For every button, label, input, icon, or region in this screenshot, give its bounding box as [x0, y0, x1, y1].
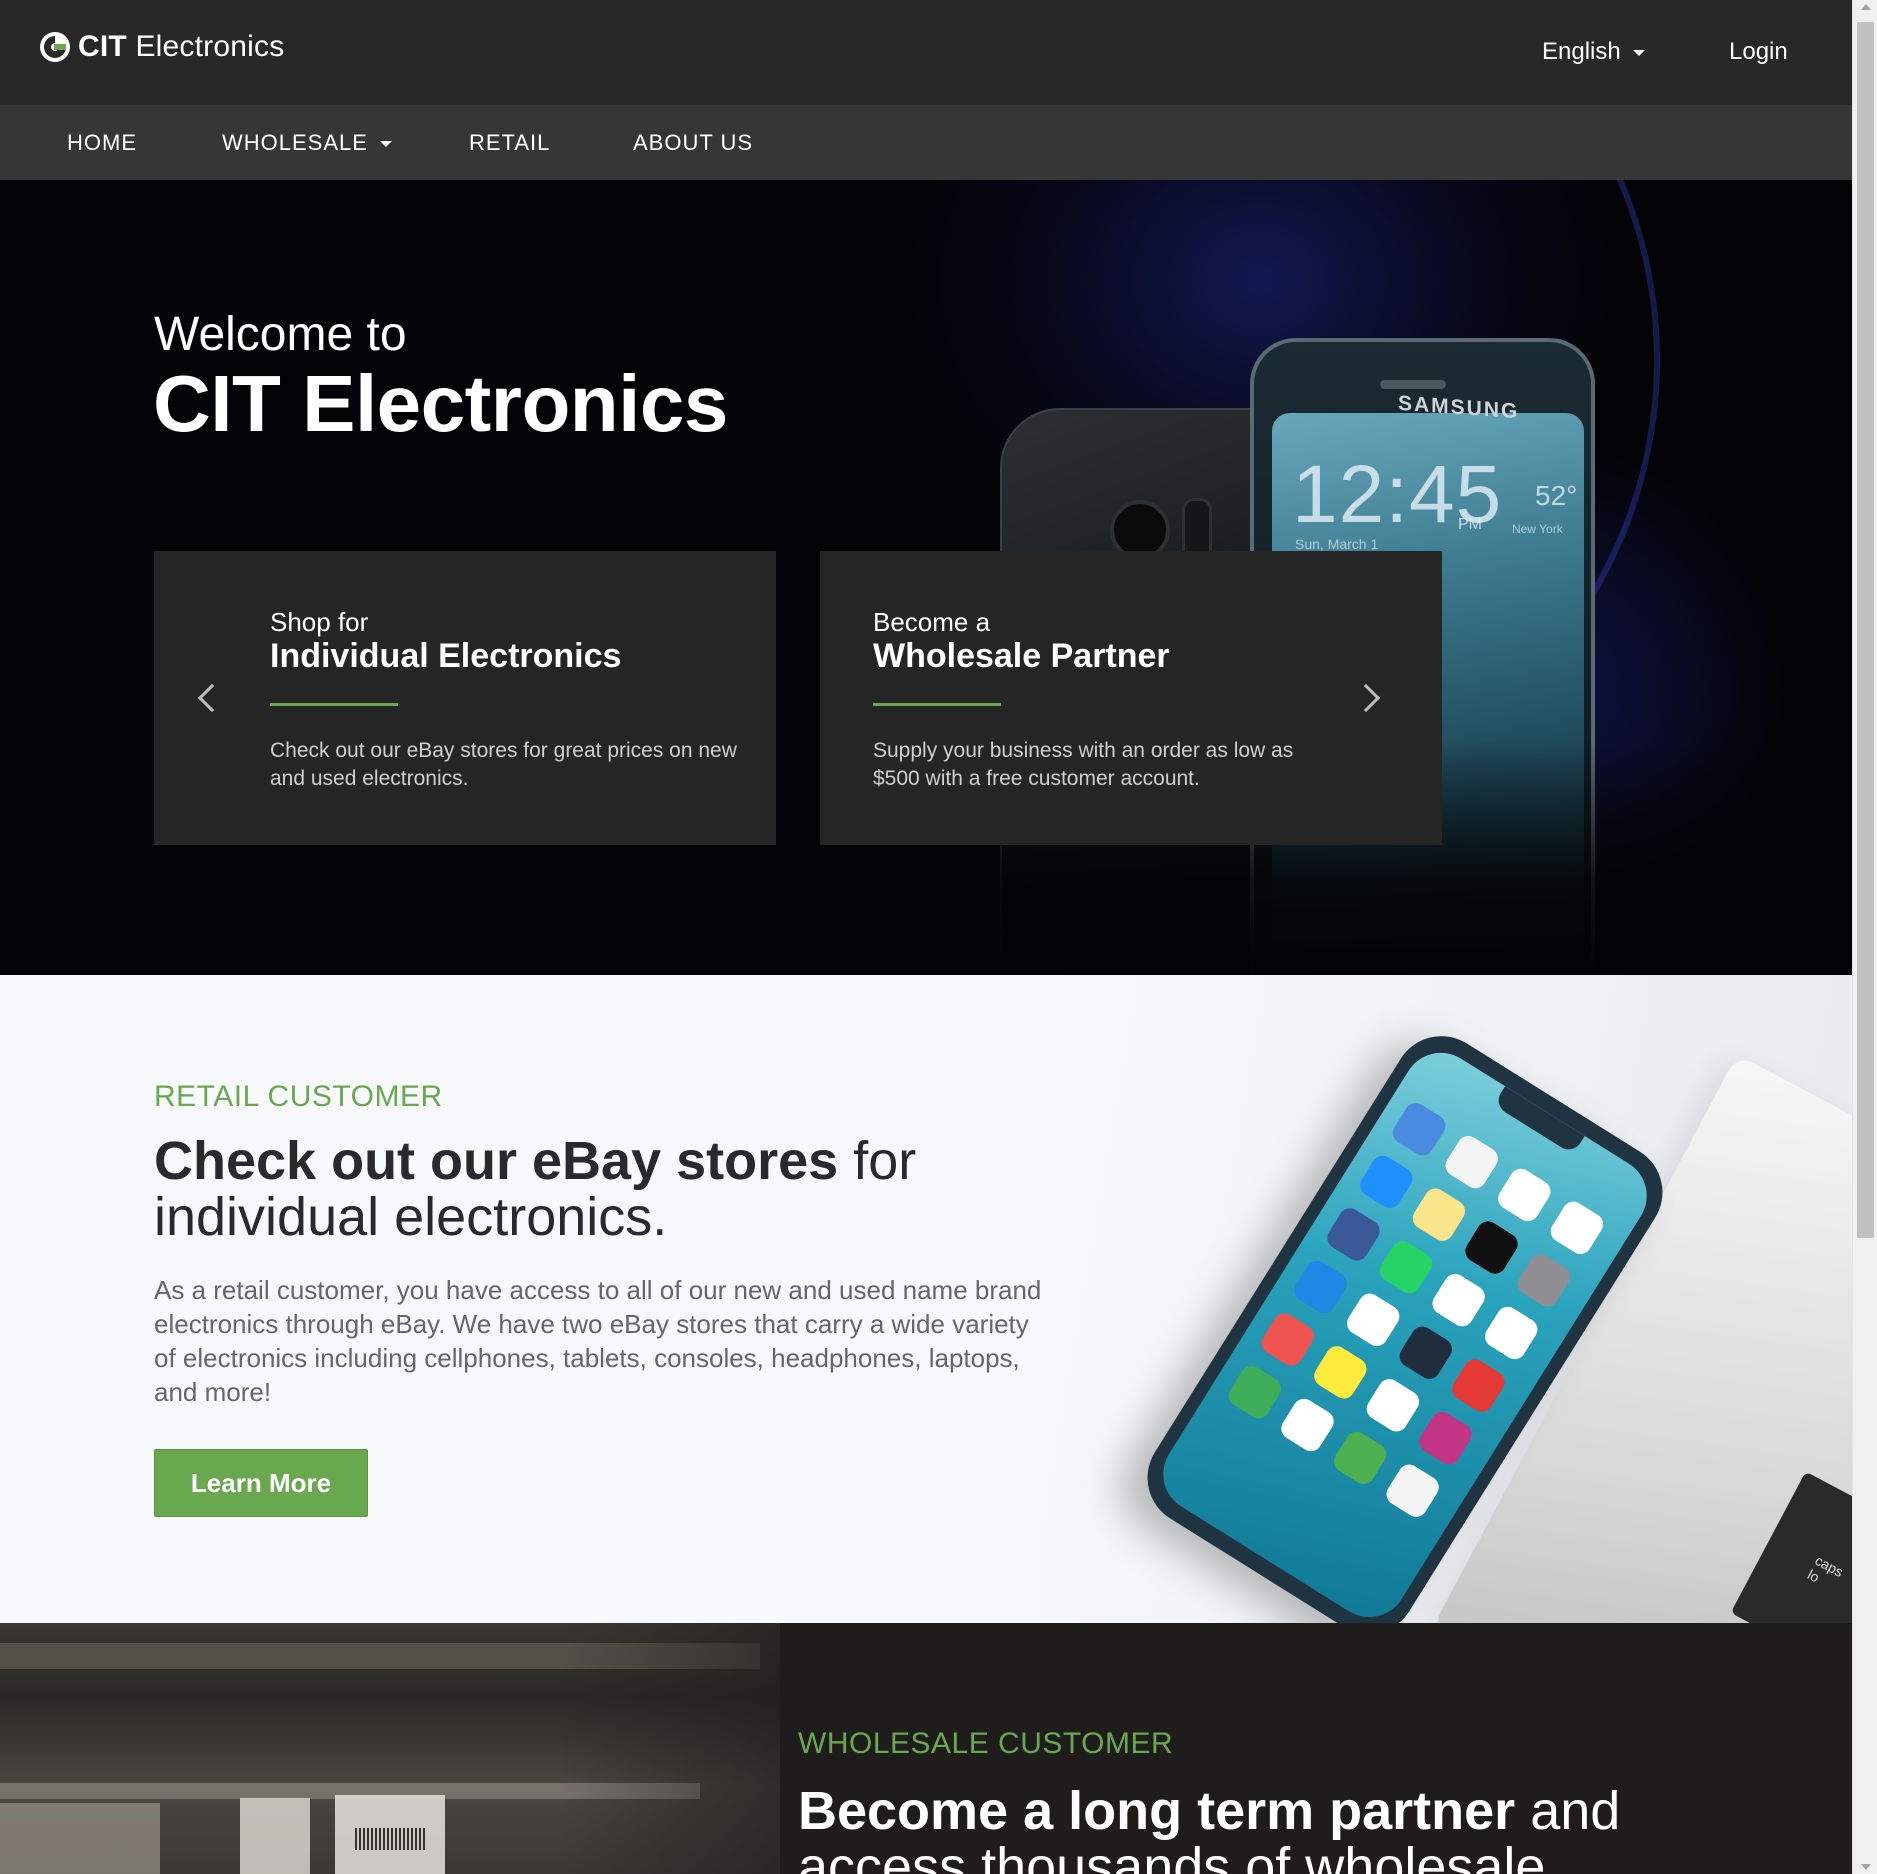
chevron-right-icon[interactable]	[1351, 683, 1381, 713]
retail-heading: Check out our eBay stores for individual…	[154, 1133, 1054, 1245]
card-title: Wholesale Partner	[873, 637, 1170, 675]
nav-item-label: WHOLESALE	[222, 130, 368, 155]
snapdeal-app-icon	[1310, 1342, 1371, 1403]
notes-app-icon	[1408, 1184, 1470, 1246]
uber-app-icon	[1461, 1217, 1522, 1278]
card-title: Individual Electronics	[270, 637, 622, 675]
phone-location: New York	[1512, 522, 1563, 536]
card-pre-title: Become a	[873, 607, 991, 637]
nav-item-retail[interactable]: RETAIL	[469, 105, 550, 180]
calendar-app-icon	[1388, 1098, 1450, 1160]
reminders-app-icon	[1546, 1197, 1608, 1259]
language-label: English	[1542, 38, 1621, 65]
nav-item-label: HOME	[67, 130, 137, 155]
app-store-icon	[1356, 1151, 1417, 1213]
wholesale-eyebrow: WHOLESALE CUSTOMER	[798, 1727, 1174, 1760]
whatsapp-app-icon	[1375, 1236, 1437, 1298]
calculator-app-icon	[1395, 1322, 1457, 1384]
settings-app-icon	[1513, 1250, 1575, 1311]
nav-item-wholesale[interactable]: WHOLESALE	[222, 105, 392, 180]
phone-clock-ampm: PM	[1458, 516, 1482, 533]
phone-app-icon	[1224, 1361, 1286, 1423]
retail-section: caps lo RETAIL CUSTOMER Check out our eB…	[0, 975, 1852, 1623]
language-selector[interactable]: English	[1542, 38, 1645, 66]
card-individual-electronics[interactable]: Shop for Individual Electronics Check ou…	[154, 551, 776, 845]
nav-item-about-us[interactable]: ABOUT US	[633, 105, 753, 180]
airtel-app-icon	[1448, 1355, 1509, 1416]
photo-app-icon	[1257, 1309, 1319, 1370]
nav-item-home[interactable]: HOME	[67, 105, 137, 180]
nav-item-label: RETAIL	[469, 130, 551, 155]
phone-date: Sun, March 1	[1295, 536, 1379, 552]
retail-eyebrow: RETAIL CUSTOMER	[154, 1080, 443, 1113]
scroll-thumb[interactable]	[1857, 22, 1874, 1238]
gmail-app-icon	[1480, 1302, 1542, 1364]
learn-more-button[interactable]: Learn More	[154, 1449, 368, 1517]
retail-paragraph: As a retail customer, you have access to…	[154, 1275, 1042, 1407]
barcode-label	[355, 1828, 425, 1850]
chrome-app-icon	[1277, 1394, 1338, 1456]
messenger-app-icon	[1290, 1256, 1351, 1318]
wholesale-heading: Become a long term partner and access th…	[798, 1783, 1798, 1874]
music-app-icon	[1362, 1374, 1424, 1436]
card-divider	[270, 703, 398, 706]
photos-app-icon	[1441, 1131, 1503, 1193]
caret-down-icon	[1632, 50, 1645, 56]
card-divider	[873, 703, 1001, 706]
paytm-app-icon	[1342, 1289, 1404, 1351]
maps-app-icon	[1428, 1269, 1489, 1331]
shelf-box	[0, 1803, 160, 1874]
retail-heading-bold: Check out our eBay stores	[154, 1131, 839, 1191]
hero-title: CIT Electronics	[153, 359, 728, 448]
chevron-left-icon[interactable]	[197, 683, 227, 713]
hero-banner: SAMSUNG 12:45 PM Sun, March 1 52° New Yo…	[0, 180, 1852, 975]
wholesale-heading-bold: Become a long term partner	[798, 1781, 1516, 1841]
hero-welcome: Welcome to	[154, 308, 407, 361]
vertical-scrollbar[interactable]	[1852, 0, 1877, 1874]
scroll-up-icon[interactable]	[1861, 4, 1871, 10]
messages-app-icon	[1329, 1427, 1391, 1489]
top-bar: CIT Electronics English Login	[0, 0, 1852, 105]
phone-speaker	[1380, 380, 1446, 389]
logo[interactable]: CIT Electronics	[38, 30, 284, 64]
wholesale-section: WHOLESALE CUSTOMER Become a long term pa…	[0, 1623, 1852, 1874]
login-link[interactable]: Login	[1729, 38, 1788, 66]
facebook-app-icon	[1323, 1204, 1384, 1265]
phone-temperature: 52°	[1535, 480, 1578, 511]
card-description: Supply your business with an order as lo…	[873, 739, 1294, 790]
page: CIT Electronics English Login HOME WHOLE…	[0, 0, 1852, 1874]
card-description: Check out our eBay stores for great pric…	[270, 739, 737, 790]
shelf-box	[240, 1798, 310, 1874]
caret-down-icon	[379, 140, 392, 147]
card-pre-title: Shop for	[270, 607, 369, 637]
nav-item-label: ABOUT US	[633, 130, 754, 155]
logo-icon	[40, 32, 70, 62]
clock-app-icon	[1494, 1164, 1555, 1226]
card-wholesale-partner[interactable]: Become a Wholesale Partner Supply your b…	[820, 551, 1442, 845]
instagram-app-icon	[1415, 1407, 1476, 1469]
main-nav: HOME WHOLESALE RETAIL ABOUT US	[0, 105, 1852, 180]
logo-text: CIT Electronics	[78, 30, 285, 63]
folder-app-icon	[1382, 1460, 1443, 1522]
scroll-down-icon[interactable]	[1861, 1864, 1871, 1870]
